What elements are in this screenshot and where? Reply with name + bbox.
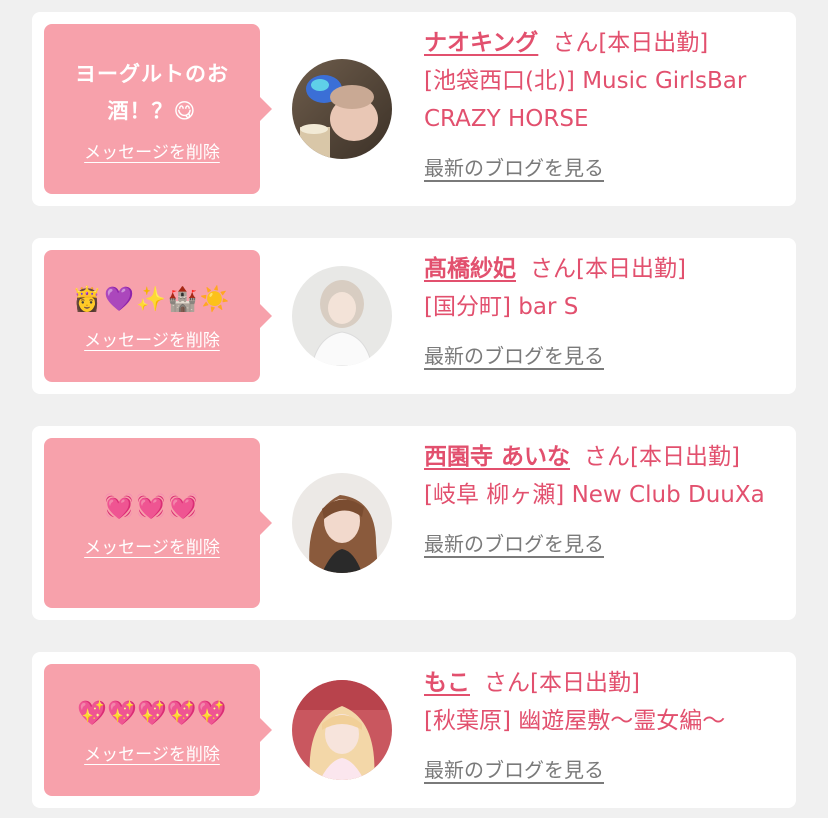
message-list: ヨーグルトのお酒！？😋 メッセージを削除 ナオキング さん[本日出勤] [池袋西… <box>0 0 828 818</box>
cast-name-link[interactable]: 髙橋紗妃 <box>424 256 516 282</box>
latest-blog-link[interactable]: 最新のブログを見る <box>424 528 604 557</box>
message-text: 👸💜✨🏰☀️ <box>72 285 232 313</box>
delete-message-link[interactable]: メッセージを削除 <box>84 326 220 351</box>
cast-name-link[interactable]: ナオキング <box>424 30 538 56</box>
avatar[interactable] <box>292 59 392 159</box>
name-line: もこ さん[本日出勤] <box>424 664 794 702</box>
shop-name: [池袋西口(北)] Music GirlsBar CRAZY HORSE <box>424 68 747 132</box>
name-line: 西園寺 あいな さん[本日出勤] <box>424 438 794 476</box>
message-card: 💓💓💓 メッセージを削除 西園寺 あいな さん[本日出勤] [岐阜 柳ヶ瀬] Ne… <box>32 426 796 620</box>
cast-info: 西園寺 あいな さん[本日出勤] [岐阜 柳ヶ瀬] New Club DuuXa … <box>424 438 794 557</box>
avatar[interactable] <box>292 680 392 780</box>
name-line: ナオキング さん[本日出勤] <box>424 24 794 62</box>
avatar[interactable] <box>292 266 392 366</box>
attendance-status: さん[本日出勤] <box>530 256 686 282</box>
cast-info: もこ さん[本日出勤] [秋葉原] 幽遊屋敷〜霊女編〜 最新のブログを見る <box>424 664 794 783</box>
cast-info: 髙橋紗妃 さん[本日出勤] [国分町] bar S 最新のブログを見る <box>424 250 794 369</box>
shop-name: [岐阜 柳ヶ瀬] New Club DuuXa <box>424 482 765 508</box>
message-text: 💖💖💖💖💖 <box>77 699 227 727</box>
name-line: 髙橋紗妃 さん[本日出勤] <box>424 250 794 288</box>
message-text: 💓💓💓 <box>104 492 200 520</box>
message-bubble: 💓💓💓 メッセージを削除 <box>44 438 272 608</box>
delete-message-link[interactable]: メッセージを削除 <box>84 740 220 765</box>
delete-message-link[interactable]: メッセージを削除 <box>84 138 220 163</box>
latest-blog-link[interactable]: 最新のブログを見る <box>424 754 604 783</box>
latest-blog-link[interactable]: 最新のブログを見る <box>424 152 604 181</box>
shop-name: [秋葉原] 幽遊屋敷〜霊女編〜 <box>424 708 726 734</box>
cast-name-link[interactable]: もこ <box>424 670 470 696</box>
message-card: 👸💜✨🏰☀️ メッセージを削除 髙橋紗妃 さん[本日出勤] [国分町] bar S… <box>32 238 796 394</box>
avatar[interactable] <box>292 473 392 573</box>
message-card: ヨーグルトのお酒！？😋 メッセージを削除 ナオキング さん[本日出勤] [池袋西… <box>32 12 796 206</box>
latest-blog-link[interactable]: 最新のブログを見る <box>424 340 604 369</box>
cast-name-link[interactable]: 西園寺 あいな <box>424 444 570 470</box>
message-bubble: 💖💖💖💖💖 メッセージを削除 <box>44 664 272 796</box>
message-card: 💖💖💖💖💖 メッセージを削除 もこ さん[本日出勤] [秋葉原] 幽遊屋敷〜霊女編… <box>32 652 796 808</box>
message-text: ヨーグルトのお酒！？😋 <box>75 61 229 123</box>
cast-info: ナオキング さん[本日出勤] [池袋西口(北)] Music GirlsBar C… <box>424 24 794 181</box>
shop-name: [国分町] bar S <box>424 294 579 320</box>
attendance-status: さん[本日出勤] <box>552 30 709 56</box>
attendance-status: さん[本日出勤] <box>584 444 740 470</box>
message-bubble: 👸💜✨🏰☀️ メッセージを削除 <box>44 250 272 382</box>
delete-message-link[interactable]: メッセージを削除 <box>84 533 220 558</box>
attendance-status: さん[本日出勤] <box>484 670 640 696</box>
message-bubble: ヨーグルトのお酒！？😋 メッセージを削除 <box>44 24 272 194</box>
